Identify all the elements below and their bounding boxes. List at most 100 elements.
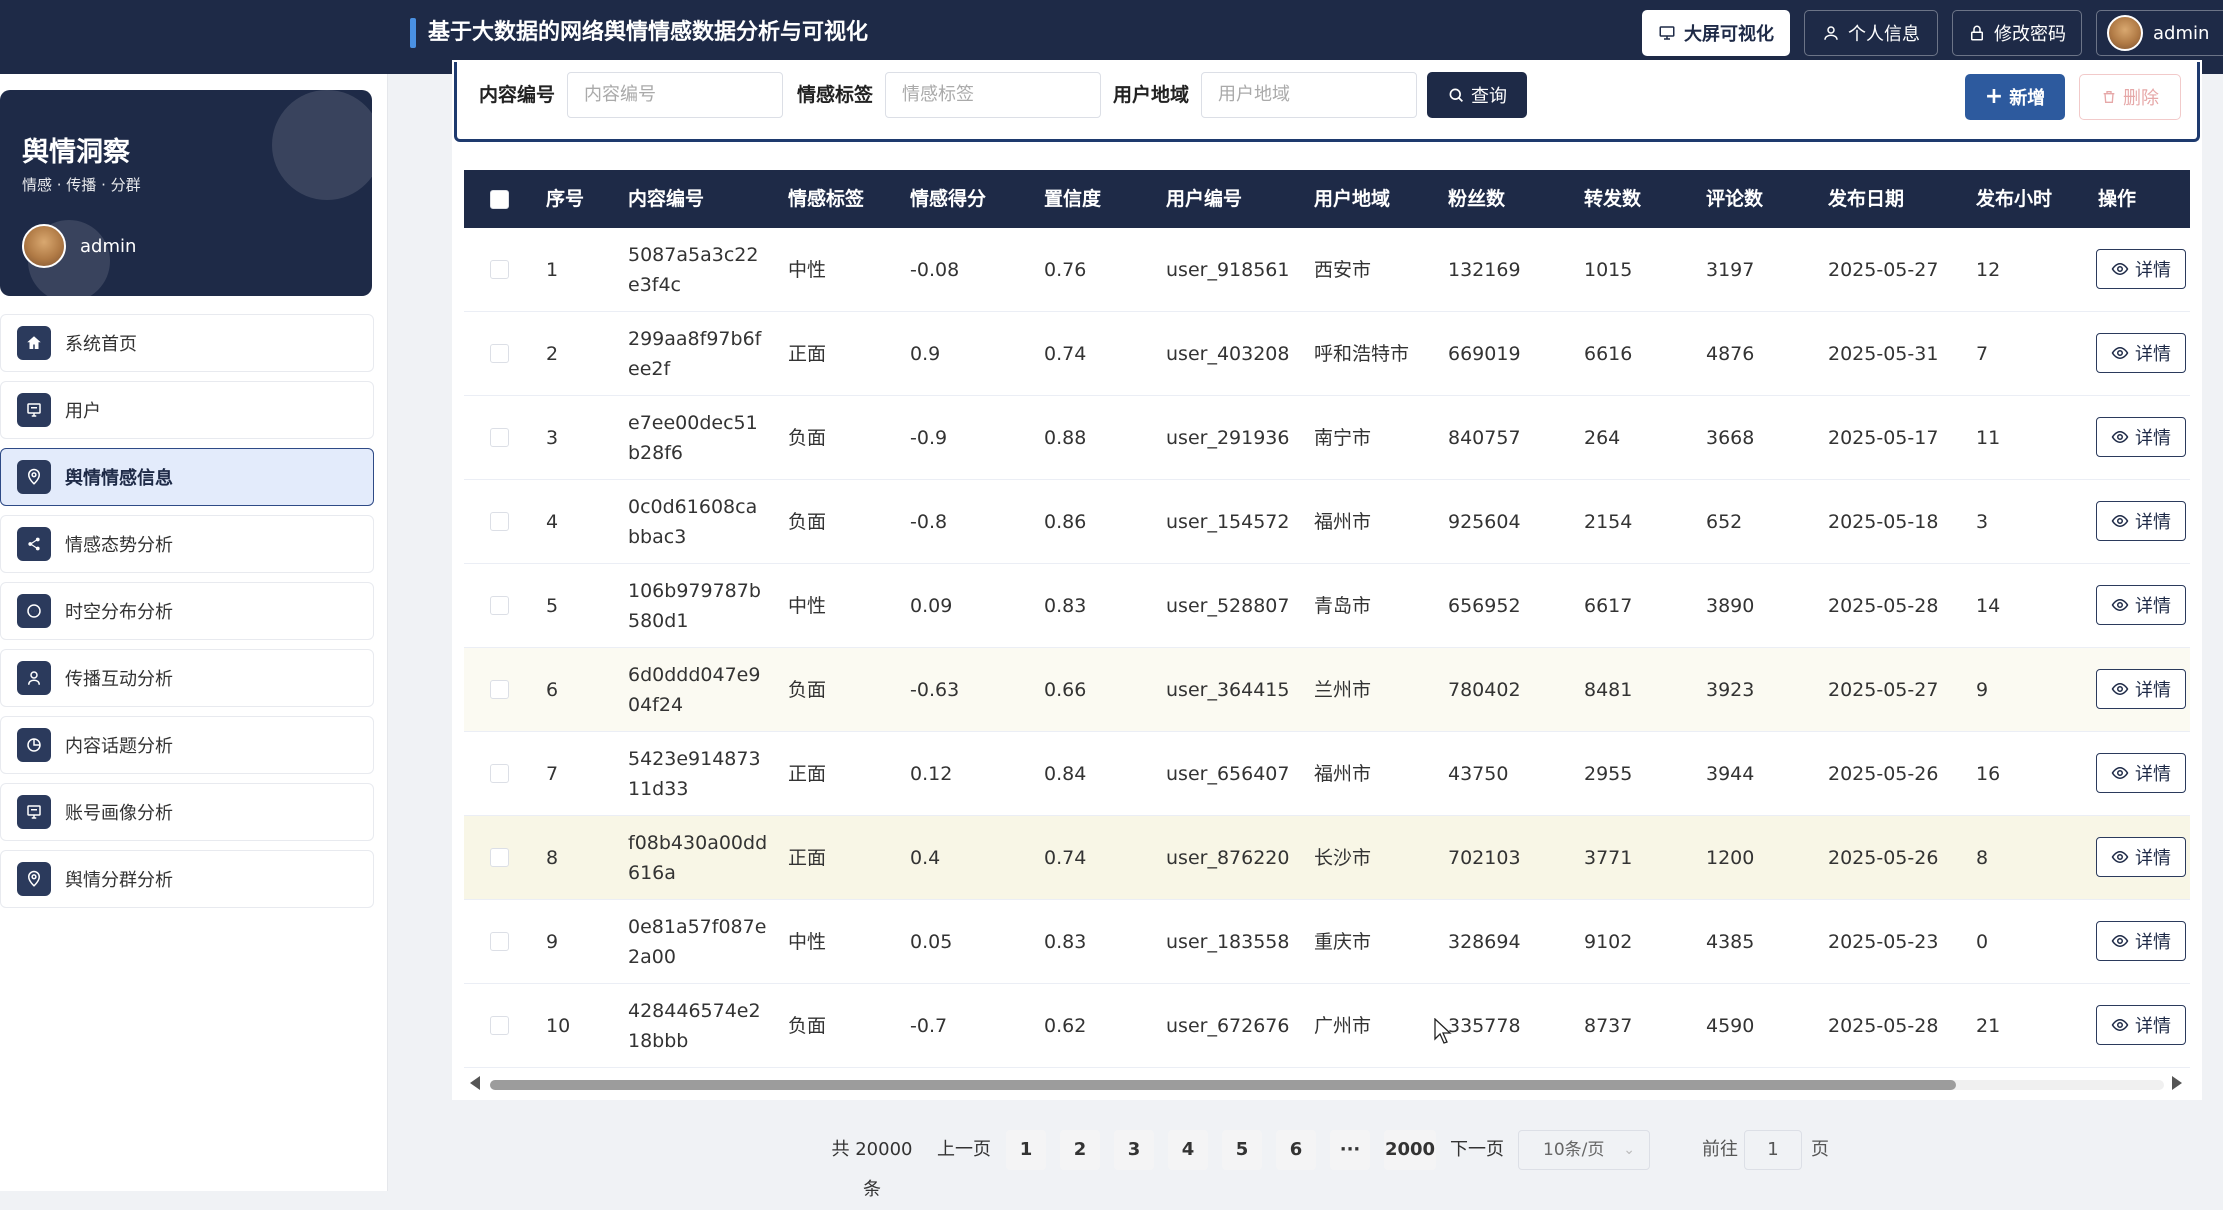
page-button[interactable]: 1 bbox=[1006, 1130, 1046, 1170]
row-checkbox[interactable] bbox=[490, 848, 509, 867]
profile-button[interactable]: 个人信息 bbox=[1804, 10, 1938, 56]
table-cell: 2025-05-18 bbox=[1828, 511, 1939, 533]
table-cell: 0.76 bbox=[1044, 259, 1087, 281]
table-row[interactable]: 5 106b979787b580d1 中性 0.09 0.83 user_528807 青岛… bbox=[464, 564, 2190, 648]
sidebar-item-users[interactable]: 用户 bbox=[0, 381, 374, 439]
table-cell: user_183558 bbox=[1166, 931, 1290, 953]
add-button[interactable]: + 新增 bbox=[1965, 74, 2065, 120]
table-cell: user_918561 bbox=[1166, 259, 1290, 281]
table-row[interactable]: 4 0c0d61608cabbac3 负面 -0.8 0.86 user_154572 福州… bbox=[464, 480, 2190, 564]
sidebar-item-account-profile[interactable]: 账号画像分析 bbox=[0, 783, 374, 841]
add-label: 新增 bbox=[2009, 88, 2046, 109]
sidebar-item-label: 用户 bbox=[65, 401, 101, 422]
sidebar-item-home[interactable]: 系统首页 bbox=[0, 314, 374, 372]
column-header: 用户地域 bbox=[1314, 188, 1391, 210]
detail-button[interactable]: 详情 bbox=[2096, 333, 2186, 373]
table-row[interactable]: 2 299aa8f97b6fee2f 正面 0.9 0.74 user_403208 呼和浩… bbox=[464, 312, 2190, 396]
delete-button[interactable]: 删除 bbox=[2079, 74, 2181, 120]
region-input[interactable]: 用户地域 bbox=[1201, 72, 1417, 118]
eye-icon bbox=[2111, 766, 2129, 780]
change-password-button[interactable]: 修改密码 bbox=[1952, 10, 2082, 56]
table-cell: 广州市 bbox=[1314, 1015, 1372, 1037]
user-icon bbox=[17, 661, 51, 695]
sidebar-item-clustering[interactable]: 舆情分群分析 bbox=[0, 850, 374, 908]
bigscreen-button[interactable]: 大屏可视化 bbox=[1642, 10, 1790, 56]
page-button[interactable]: 4 bbox=[1168, 1130, 1208, 1170]
table-cell: 7 bbox=[546, 763, 559, 785]
select-all-checkbox[interactable] bbox=[490, 190, 509, 209]
page-size-select[interactable]: 10条/页 ⌄ bbox=[1518, 1130, 1650, 1170]
detail-button[interactable]: 详情 bbox=[2096, 753, 2186, 793]
page-unit-label: 页 bbox=[1811, 1139, 1829, 1160]
prev-page-button[interactable]: 上一页 bbox=[932, 1130, 996, 1170]
detail-button[interactable]: 详情 bbox=[2096, 669, 2186, 709]
detail-button[interactable]: 详情 bbox=[2096, 249, 2186, 289]
table-row[interactable]: 8 f08b430a00dd616a 正面 0.4 0.74 user_876220 长沙市… bbox=[464, 816, 2190, 900]
row-checkbox[interactable] bbox=[490, 512, 509, 531]
delete-label: 删除 bbox=[2123, 88, 2159, 109]
table-cell: 4876 bbox=[1706, 343, 1755, 365]
sidebar-item-trend-analysis[interactable]: 情感态势分析 bbox=[0, 515, 374, 573]
table-cell: 6617 bbox=[1584, 595, 1633, 617]
brand-subtitle: 情感 · 传播 · 分群 bbox=[22, 176, 141, 194]
chat-icon bbox=[17, 594, 51, 628]
change-password-label: 修改密码 bbox=[1994, 24, 2066, 45]
row-checkbox[interactable] bbox=[490, 932, 509, 951]
column-header: 用户编号 bbox=[1166, 188, 1243, 210]
scroll-thumb[interactable] bbox=[490, 1080, 1956, 1090]
table-cell: 4385 bbox=[1706, 931, 1755, 953]
row-checkbox[interactable] bbox=[490, 1016, 509, 1035]
sidebar-item-topic-analysis[interactable]: 内容话题分析 bbox=[0, 716, 374, 774]
table-row[interactable]: 10 428446574e218bbb 负面 -0.7 0.62 user_672676 广… bbox=[464, 984, 2190, 1068]
sentiment-input[interactable]: 情感标签 bbox=[885, 72, 1101, 118]
table-row[interactable]: 6 6d0ddd047e904f24 负面 -0.63 0.66 user_364415 兰… bbox=[464, 648, 2190, 732]
table-cell: 0.74 bbox=[1044, 343, 1087, 365]
row-checkbox[interactable] bbox=[490, 428, 509, 447]
detail-button[interactable]: 详情 bbox=[2096, 837, 2186, 877]
page-button[interactable]: 6 bbox=[1276, 1130, 1316, 1170]
content-id-input[interactable]: 内容编号 bbox=[567, 72, 783, 118]
last-page-button[interactable]: 2000 bbox=[1384, 1130, 1436, 1170]
table-cell: 6d0ddd047e904f24 bbox=[628, 664, 761, 716]
table-cell: 299aa8f97b6fee2f bbox=[628, 328, 762, 380]
table-row[interactable]: 1 5087a5a3c22e3f4c 中性 -0.08 0.76 user_918561 西… bbox=[464, 228, 2190, 312]
goto-page-input[interactable]: 1 bbox=[1744, 1130, 1802, 1170]
sidebar-item-label: 情感态势分析 bbox=[65, 535, 173, 556]
detail-button[interactable]: 详情 bbox=[2096, 417, 2186, 457]
sidebar-item-spatiotemporal[interactable]: 时空分布分析 bbox=[0, 582, 374, 640]
user-menu[interactable]: admin bbox=[2096, 10, 2223, 56]
table-row[interactable]: 3 e7ee00dec51b28f6 负面 -0.9 0.88 user_291936 南宁… bbox=[464, 396, 2190, 480]
row-checkbox[interactable] bbox=[490, 260, 509, 279]
content-id-label: 内容编号 bbox=[479, 84, 556, 106]
detail-button[interactable]: 详情 bbox=[2096, 1005, 2186, 1045]
sidebar-item-label: 舆情分群分析 bbox=[65, 870, 173, 891]
table-cell: 6 bbox=[546, 679, 559, 701]
detail-button[interactable]: 详情 bbox=[2096, 921, 2186, 961]
table-cell: 2025-05-23 bbox=[1828, 931, 1939, 953]
eye-icon bbox=[2111, 430, 2129, 444]
row-checkbox[interactable] bbox=[490, 764, 509, 783]
table-cell: 4590 bbox=[1706, 1015, 1755, 1037]
table-cell: 0.74 bbox=[1044, 847, 1087, 869]
scroll-left-icon[interactable] bbox=[470, 1076, 480, 1090]
row-checkbox[interactable] bbox=[490, 680, 509, 699]
scroll-right-icon[interactable] bbox=[2172, 1076, 2182, 1090]
horizontal-scrollbar[interactable] bbox=[464, 1074, 2190, 1094]
query-button[interactable]: 查询 bbox=[1427, 72, 1527, 118]
table-cell: 0 bbox=[1976, 931, 1989, 953]
page-button[interactable]: 2 bbox=[1060, 1130, 1100, 1170]
table-row[interactable]: 7 5423e91487311d33 正面 0.12 0.84 user_656407 福州… bbox=[464, 732, 2190, 816]
table-cell: 2025-05-28 bbox=[1828, 595, 1939, 617]
sidebar-item-sentiment-info[interactable]: 舆情情感信息 bbox=[0, 448, 374, 506]
table-cell: 9102 bbox=[1584, 931, 1633, 953]
table-row[interactable]: 9 0e81a57f087e2a00 中性 0.05 0.83 user_183558 重庆… bbox=[464, 900, 2190, 984]
row-checkbox[interactable] bbox=[490, 344, 509, 363]
row-checkbox[interactable] bbox=[490, 596, 509, 615]
more-pages-button[interactable]: ··· bbox=[1330, 1130, 1370, 1170]
detail-button[interactable]: 详情 bbox=[2096, 501, 2186, 541]
page-button[interactable]: 3 bbox=[1114, 1130, 1154, 1170]
page-button[interactable]: 5 bbox=[1222, 1130, 1262, 1170]
next-page-button[interactable]: 下一页 bbox=[1446, 1130, 1508, 1170]
sidebar-item-propagation[interactable]: 传播互动分析 bbox=[0, 649, 374, 707]
detail-button[interactable]: 详情 bbox=[2096, 585, 2186, 625]
